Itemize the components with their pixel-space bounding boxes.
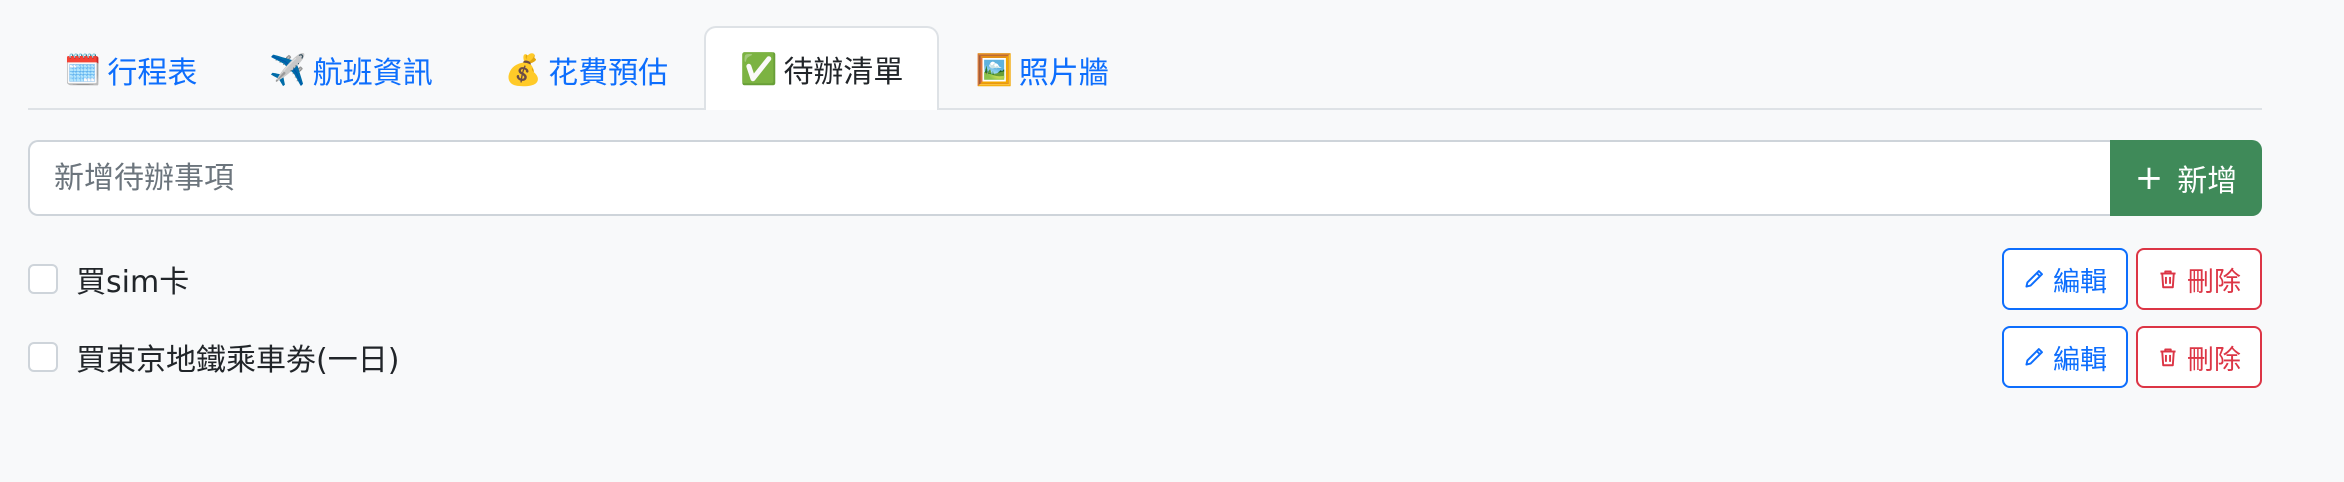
add-todo-form: + 新增	[28, 140, 2262, 216]
todo-app: 🗓️ 行程表 ✈️ 航班資訊 💰 花費預估 ✅ 待辦清單 🖼️ 照片牆 + 新增	[28, 0, 2262, 388]
tab-label: 待辦清單	[783, 55, 904, 90]
todo-item: 買東京地鐵乘車劵(一日) 編輯 刪除	[28, 326, 2262, 388]
picture-icon: 🖼️	[975, 52, 1013, 88]
todo-text: 買東京地鐵乘車劵(一日)	[76, 343, 400, 378]
tab-label: 航班資訊	[312, 56, 433, 91]
delete-label: 刪除	[2187, 344, 2241, 376]
delete-button[interactable]: 刪除	[2136, 326, 2262, 388]
todo-checkbox[interactable]	[28, 264, 58, 294]
tab-label: 行程表	[107, 56, 198, 91]
tab-photo-wall[interactable]: 🖼️ 照片牆	[939, 28, 1144, 110]
todo-checkbox[interactable]	[28, 342, 58, 372]
delete-button[interactable]: 刪除	[2136, 248, 2262, 310]
pencil-icon	[2025, 348, 2043, 366]
money-bag-icon: 💰	[504, 52, 543, 88]
trash-icon	[2160, 348, 2176, 367]
tab-label: 花費預估	[548, 56, 669, 91]
trash-icon	[2160, 270, 2176, 289]
tab-bar: 🗓️ 行程表 ✈️ 航班資訊 💰 花費預估 ✅ 待辦清單 🖼️ 照片牆	[28, 0, 2262, 110]
tab-flight-info[interactable]: ✈️ 航班資訊	[233, 28, 468, 110]
todo-list: 買sim卡 編輯 刪除 買東京地鐵乘車劵(一日) 編輯 刪除	[28, 248, 2262, 404]
todo-actions: 編輯 刪除	[2002, 248, 2262, 310]
new-todo-input[interactable]	[28, 140, 2110, 216]
delete-label: 刪除	[2187, 266, 2241, 298]
tab-todo-list[interactable]: ✅ 待辦清單	[704, 26, 940, 110]
edit-label: 編輯	[2053, 344, 2107, 376]
check-mark-icon: ✅	[740, 51, 778, 87]
edit-label: 編輯	[2053, 266, 2107, 298]
add-todo-button[interactable]: + 新增	[2110, 140, 2262, 216]
plus-icon: +	[2134, 158, 2164, 198]
airplane-icon: ✈️	[269, 52, 307, 88]
pencil-icon	[2025, 270, 2043, 288]
tab-label: 照片牆	[1018, 56, 1109, 91]
todo-actions: 編輯 刪除	[2002, 326, 2262, 388]
todo-item: 買sim卡 編輯 刪除	[28, 248, 2262, 310]
edit-button[interactable]: 編輯	[2002, 326, 2128, 388]
add-button-label: 新增	[2177, 164, 2238, 199]
todo-text: 買sim卡	[76, 265, 190, 300]
edit-button[interactable]: 編輯	[2002, 248, 2128, 310]
tab-itinerary[interactable]: 🗓️ 行程表	[28, 28, 233, 110]
tab-cost-estimate[interactable]: 💰 花費預估	[469, 28, 704, 110]
calendar-icon: 🗓️	[64, 52, 102, 88]
